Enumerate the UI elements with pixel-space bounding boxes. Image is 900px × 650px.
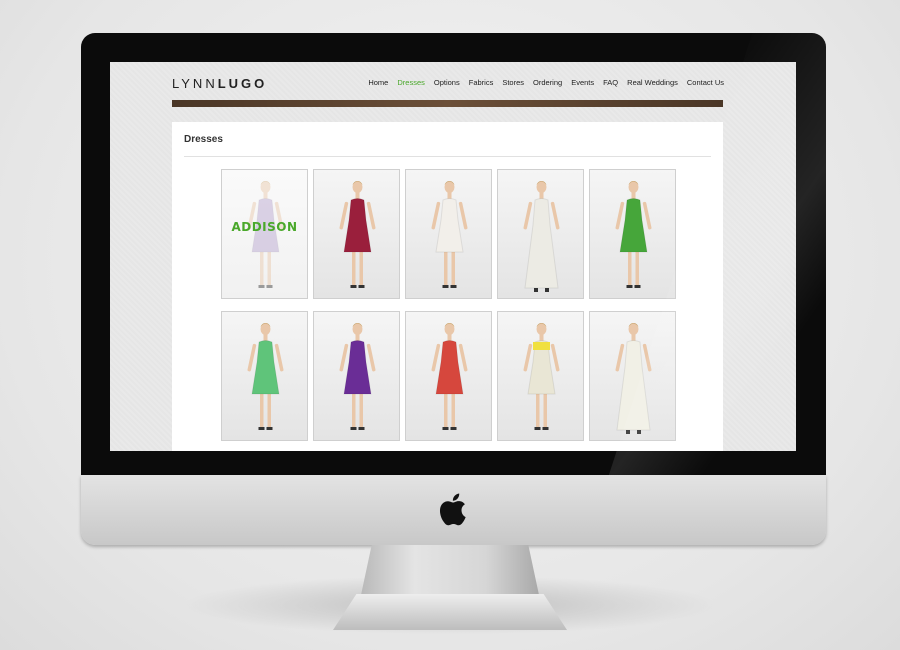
dress-thumbnail[interactable] — [313, 311, 400, 441]
monitor-bezel: LYNNLUGO Home Dresses Options Fabrics Stores… — [81, 33, 826, 475]
dress-thumbnail[interactable] — [405, 169, 492, 299]
dress-thumbnail[interactable]: ADDISON — [221, 169, 308, 299]
dress-thumbnail[interactable] — [497, 169, 584, 299]
dress-thumbnail[interactable] — [497, 311, 584, 441]
monitor-chin — [81, 475, 826, 545]
nav-home[interactable]: Home — [368, 78, 388, 87]
main-nav: Home Dresses Options Fabrics Stores Ordering E… — [368, 78, 724, 87]
logo-first: LYNN — [172, 76, 218, 91]
header-accent-bar — [172, 100, 723, 107]
dress-photo — [615, 181, 652, 288]
dress-photo — [523, 181, 560, 292]
monitor-screen: LYNNLUGO Home Dresses Options Fabrics Stores… — [110, 62, 796, 451]
nav-contact-us[interactable]: Contact Us — [687, 78, 724, 87]
dress-photo — [339, 323, 376, 430]
stand-neck — [361, 545, 539, 595]
dress-grid: ADDISON — [221, 169, 676, 441]
nav-real-weddings[interactable]: Real Weddings — [627, 78, 678, 87]
nav-faq[interactable]: FAQ — [603, 78, 618, 87]
title-divider — [184, 156, 711, 157]
dress-photo — [339, 181, 376, 288]
apple-logo-icon — [439, 493, 466, 526]
nav-stores[interactable]: Stores — [502, 78, 524, 87]
nav-events[interactable]: Events — [571, 78, 594, 87]
site-header: LYNNLUGO Home Dresses Options Fabrics Stores… — [172, 72, 724, 102]
dress-photo — [431, 181, 468, 288]
dress-photo — [523, 323, 560, 430]
dress-name-overlay: ADDISON — [231, 220, 298, 234]
nav-ordering[interactable]: Ordering — [533, 78, 562, 87]
content-panel: Dresses ADDISON — [172, 122, 723, 451]
dress-thumbnail[interactable] — [221, 311, 308, 441]
dress-photo — [431, 323, 468, 430]
nav-fabrics[interactable]: Fabrics — [469, 78, 494, 87]
page-title: Dresses — [184, 134, 223, 145]
dress-thumbnail[interactable] — [589, 169, 676, 299]
dress-thumbnail[interactable] — [405, 311, 492, 441]
site-logo[interactable]: LYNNLUGO — [172, 76, 267, 91]
nav-dresses[interactable]: Dresses — [397, 78, 425, 87]
stand-foot — [333, 594, 567, 630]
dress-thumbnail[interactable] — [313, 169, 400, 299]
dress-photo — [247, 323, 284, 430]
logo-last: LUGO — [217, 76, 268, 91]
dress-photo — [247, 181, 284, 288]
dress-photo — [615, 323, 652, 434]
dress-thumbnail[interactable] — [589, 311, 676, 441]
nav-options[interactable]: Options — [434, 78, 460, 87]
